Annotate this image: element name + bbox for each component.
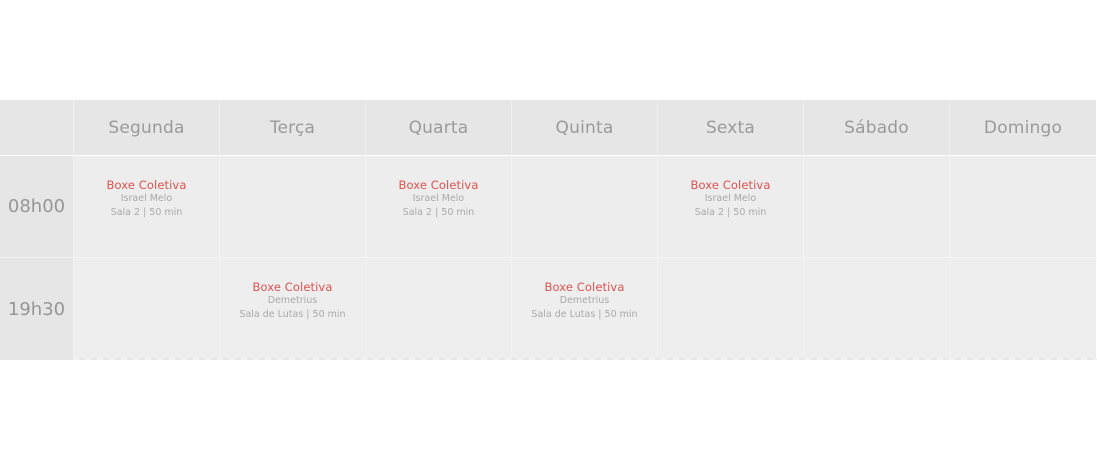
schedule-cell <box>74 258 220 360</box>
schedule-row-0800: 08h00 Boxe Coletiva Israel Melo Sala 2 |… <box>0 156 1097 257</box>
time-label: 19h30 <box>0 258 74 360</box>
class-entry[interactable]: Boxe Coletiva Israel Melo Sala 2 | 50 mi… <box>74 178 219 220</box>
class-name: Boxe Coletiva <box>252 280 333 294</box>
class-room-duration: Sala 2 | 50 min <box>694 207 767 218</box>
schedule-cell <box>804 156 950 257</box>
class-schedule: Segunda Terça Quarta Quinta Sexta Sábado… <box>0 100 1097 360</box>
day-header-quinta: Quinta <box>512 100 658 155</box>
day-header-sabado: Sábado <box>804 100 950 155</box>
schedule-cell: Boxe Coletiva Israel Melo Sala 2 | 50 mi… <box>366 156 512 257</box>
class-name: Boxe Coletiva <box>544 280 625 294</box>
day-header-segunda: Segunda <box>74 100 220 155</box>
schedule-header-row: Segunda Terça Quarta Quinta Sexta Sábado… <box>0 100 1097 155</box>
class-entry[interactable]: Boxe Coletiva Israel Melo Sala 2 | 50 mi… <box>366 178 511 220</box>
schedule-row-1930: 19h30 Boxe Coletiva Demetrius Sala de Lu… <box>0 258 1097 360</box>
class-entry[interactable]: Boxe Coletiva Israel Melo Sala 2 | 50 mi… <box>658 178 803 220</box>
class-room-duration: Sala 2 | 50 min <box>402 207 475 218</box>
class-name: Boxe Coletiva <box>690 178 771 192</box>
schedule-cell: Boxe Coletiva Israel Melo Sala 2 | 50 mi… <box>658 156 804 257</box>
schedule-cell: Boxe Coletiva Israel Melo Sala 2 | 50 mi… <box>74 156 220 257</box>
header-corner <box>0 100 74 155</box>
schedule-cell <box>220 156 366 257</box>
class-instructor: Israel Melo <box>704 193 757 204</box>
class-instructor: Israel Melo <box>120 193 173 204</box>
day-header-sexta: Sexta <box>658 100 804 155</box>
class-entry[interactable]: Boxe Coletiva Demetrius Sala de Lutas | … <box>220 280 365 322</box>
schedule-cell <box>366 258 512 360</box>
schedule-cell <box>950 156 1096 257</box>
day-header-domingo: Domingo <box>950 100 1096 155</box>
schedule-cell <box>658 258 804 360</box>
schedule-cell <box>512 156 658 257</box>
schedule-cell: Boxe Coletiva Demetrius Sala de Lutas | … <box>512 258 658 360</box>
class-room-duration: Sala 2 | 50 min <box>110 207 183 218</box>
day-header-terca: Terça <box>220 100 366 155</box>
class-room-duration: Sala de Lutas | 50 min <box>531 309 638 320</box>
schedule-cell <box>950 258 1096 360</box>
time-label: 08h00 <box>0 156 74 257</box>
schedule-bottom-edge <box>73 358 1097 360</box>
class-instructor: Demetrius <box>267 295 318 306</box>
day-header-quarta: Quarta <box>366 100 512 155</box>
class-room-duration: Sala de Lutas | 50 min <box>239 309 346 320</box>
schedule-cell <box>804 258 950 360</box>
class-entry[interactable]: Boxe Coletiva Demetrius Sala de Lutas | … <box>512 280 657 322</box>
schedule-cell: Boxe Coletiva Demetrius Sala de Lutas | … <box>220 258 366 360</box>
class-instructor: Demetrius <box>559 295 610 306</box>
class-name: Boxe Coletiva <box>106 178 187 192</box>
class-name: Boxe Coletiva <box>398 178 479 192</box>
class-instructor: Israel Melo <box>412 193 465 204</box>
